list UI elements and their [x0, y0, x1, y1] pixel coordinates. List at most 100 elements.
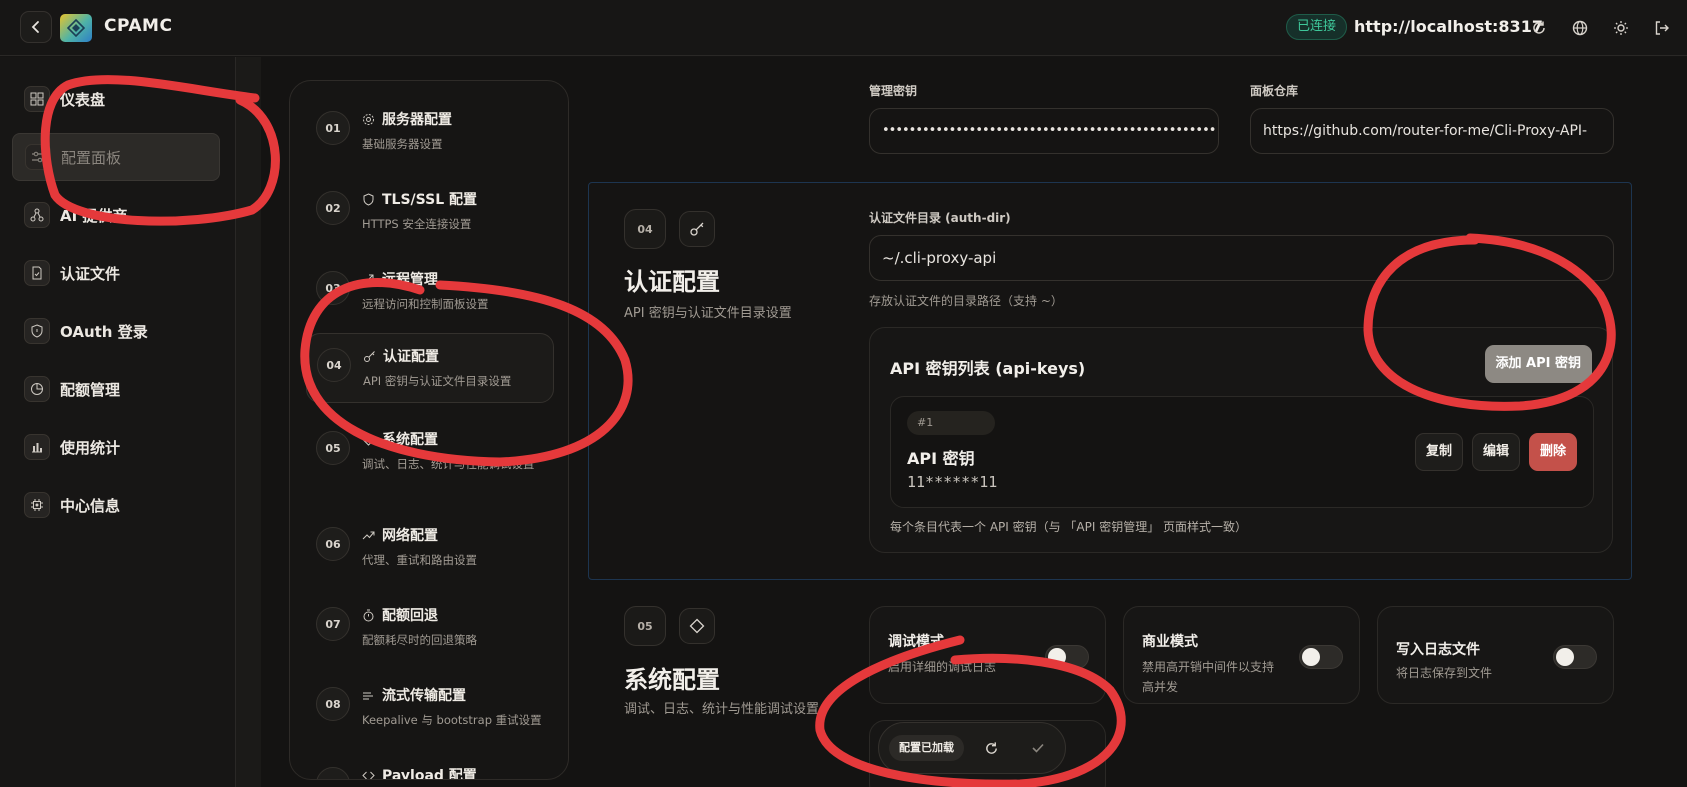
auth-dir-input[interactable]: ~/.cli-proxy-api: [869, 235, 1614, 281]
theme-toggle-button[interactable]: [1607, 14, 1635, 42]
sidebar-item-label: 配额管理: [60, 380, 121, 399]
mgmt-key-field[interactable]: ••••••••••••••••••••••••••••••••••••••••…: [869, 108, 1219, 154]
trend-icon: [362, 529, 375, 542]
key-icon: [679, 211, 715, 247]
system-section-title: 系统配置: [624, 666, 720, 694]
sidebar-item-config-panel[interactable]: 配置面板: [12, 133, 220, 181]
diamond-icon: [362, 432, 375, 446]
step-desc: 配额耗尽时的回退策略: [362, 633, 477, 647]
step-quota-fallback[interactable]: 07 配额回退 配额耗尽时的回退策略: [306, 593, 554, 663]
api-keys-title: API 密钥列表 (api-keys): [890, 359, 1086, 378]
step-number: 01: [316, 111, 350, 145]
toggle-desc: 启用详细的调试日志: [888, 660, 997, 674]
key-masked-value: 11******11: [907, 473, 998, 491]
code-icon: [362, 769, 375, 780]
globe-icon: [1572, 20, 1588, 36]
step-streaming-config[interactable]: 08 流式传输配置 Keepalive 与 bootstrap 重试设置: [306, 673, 554, 743]
edit-key-button[interactable]: 编辑: [1472, 433, 1521, 471]
refresh-icon: [1533, 21, 1545, 34]
config-steps-nav: 01 服务器配置 基础服务器设置 02 TLS/SSL 配置 HTTPS 安全连…: [289, 80, 569, 780]
add-api-key-button[interactable]: 添加 API 密钥: [1484, 345, 1592, 383]
step-number: 02: [316, 191, 350, 225]
back-button[interactable]: [20, 11, 52, 43]
config-loaded-status: 配置已加载: [889, 735, 964, 761]
logout-icon: [1655, 21, 1669, 35]
sidebar-item-dashboard[interactable]: 仪表盘: [12, 75, 220, 123]
sidebar-item-quota[interactable]: 配额管理: [12, 365, 220, 413]
toggle-title: 调试模式: [888, 634, 944, 650]
step-payload-config[interactable]: 09 Payload 配置: [306, 753, 554, 780]
step-title: 网络配置: [382, 528, 438, 544]
step-number: 05: [316, 431, 350, 465]
timer-icon: [362, 609, 375, 622]
shield-icon: [24, 318, 50, 344]
app-title: CPAMC: [104, 16, 173, 36]
providers-icon: [24, 202, 50, 228]
log-to-file-toggle[interactable]: [1553, 645, 1597, 669]
api-keys-note: 每个条目代表一个 API 密钥（与 「API 密钥管理」 页面样式一致）: [890, 520, 1248, 534]
chevron-left-icon: [31, 21, 39, 33]
step-title: 配额回退: [382, 608, 438, 624]
refresh-button[interactable]: [1525, 14, 1553, 42]
sidebar-item-ai-providers[interactable]: AI 提供商: [12, 191, 220, 239]
sidebar: 仪表盘 配置面板 AI 提供商 认证文件 OAuth 登录 配额管理 使用统计 …: [0, 57, 236, 787]
key-icon: [363, 350, 376, 363]
language-button[interactable]: [1566, 14, 1594, 42]
step-auth-config[interactable]: 04 认证配置 API 密钥与认证文件目录设置: [306, 333, 554, 403]
logout-button[interactable]: [1648, 14, 1676, 42]
sidebar-item-center-info[interactable]: 中心信息: [12, 481, 220, 529]
reload-config-button[interactable]: [979, 736, 1003, 760]
pie-chart-icon: [24, 376, 50, 402]
chip-icon: [24, 492, 50, 518]
sliders-icon: [25, 144, 51, 170]
auth-section-title: 认证配置: [624, 268, 720, 296]
sidebar-item-auth-files[interactable]: 认证文件: [12, 249, 220, 297]
step-title: 服务器配置: [382, 112, 452, 128]
server-url: http://localhost:8317: [1354, 17, 1543, 36]
step-server-config[interactable]: 01 服务器配置 基础服务器设置: [306, 97, 554, 167]
step-desc: API 密钥与认证文件目录设置: [363, 374, 512, 388]
commercial-mode-card: 商业模式 禁用高开销中间件以支持高并发: [1123, 606, 1360, 704]
copy-key-button[interactable]: 复制: [1415, 433, 1464, 471]
step-desc: 调试、日志、统计与性能调试设置: [362, 457, 535, 471]
step-number: 03: [316, 271, 350, 305]
file-check-icon: [24, 260, 50, 286]
sidebar-item-label: 中心信息: [60, 496, 121, 515]
sidebar-item-oauth-login[interactable]: OAuth 登录: [12, 307, 220, 355]
repo-url-field[interactable]: https://github.com/router-for-me/Cli-Pro…: [1250, 108, 1614, 154]
sidebar-item-usage-stats[interactable]: 使用统计: [12, 423, 220, 471]
toggle-title: 商业模式: [1142, 634, 1198, 650]
check-icon: [1032, 743, 1044, 753]
key-index-badge: #1: [907, 411, 995, 435]
connection-status-badge: 已连接: [1286, 14, 1348, 40]
system-section-subtitle: 调试、日志、统计与性能调试设置: [624, 702, 820, 717]
content-gutter: [236, 57, 261, 787]
step-number: 09: [316, 767, 350, 779]
step-title: 远程管理: [382, 272, 438, 288]
commercial-mode-toggle[interactable]: [1299, 645, 1343, 669]
step-remote-management[interactable]: 03 远程管理 远程访问和控制面板设置: [306, 257, 554, 327]
sidebar-item-label: 仪表盘: [60, 90, 106, 109]
step-tls-config[interactable]: 02 TLS/SSL 配置 HTTPS 安全连接设置: [306, 177, 554, 247]
delete-key-button[interactable]: 删除: [1529, 433, 1578, 471]
step-number: 04: [317, 348, 351, 382]
config-status-bar: 配置已加载: [878, 722, 1066, 774]
auth-dir-label: 认证文件目录 (auth-dir): [869, 211, 1011, 225]
toggle-desc: 将日志保存到文件: [1396, 666, 1493, 680]
step-network-config[interactable]: 06 网络配置 代理、重试和路由设置: [306, 513, 554, 583]
sun-icon: [1614, 21, 1628, 35]
debug-mode-toggle[interactable]: [1045, 645, 1089, 669]
sidebar-item-label: AI 提供商: [60, 206, 128, 225]
stream-icon: [362, 689, 375, 702]
repo-label: 面板仓库: [1250, 84, 1299, 98]
debug-mode-card: 调试模式 启用详细的调试日志: [869, 606, 1106, 704]
step-number: 08: [316, 687, 350, 721]
auth-dir-hint: 存放认证文件的目录路径（支持 ~）: [869, 294, 1063, 308]
step-number: 06: [316, 527, 350, 561]
step-system-config[interactable]: 05 系统配置 调试、日志、统计与性能调试设置: [306, 417, 554, 487]
sidebar-item-label: 配置面板: [61, 148, 122, 167]
step-title: TLS/SSL 配置: [382, 192, 477, 208]
save-config-button[interactable]: [1026, 736, 1050, 760]
step-desc: 远程访问和控制面板设置: [362, 297, 489, 311]
sidebar-item-label: OAuth 登录: [60, 322, 148, 341]
